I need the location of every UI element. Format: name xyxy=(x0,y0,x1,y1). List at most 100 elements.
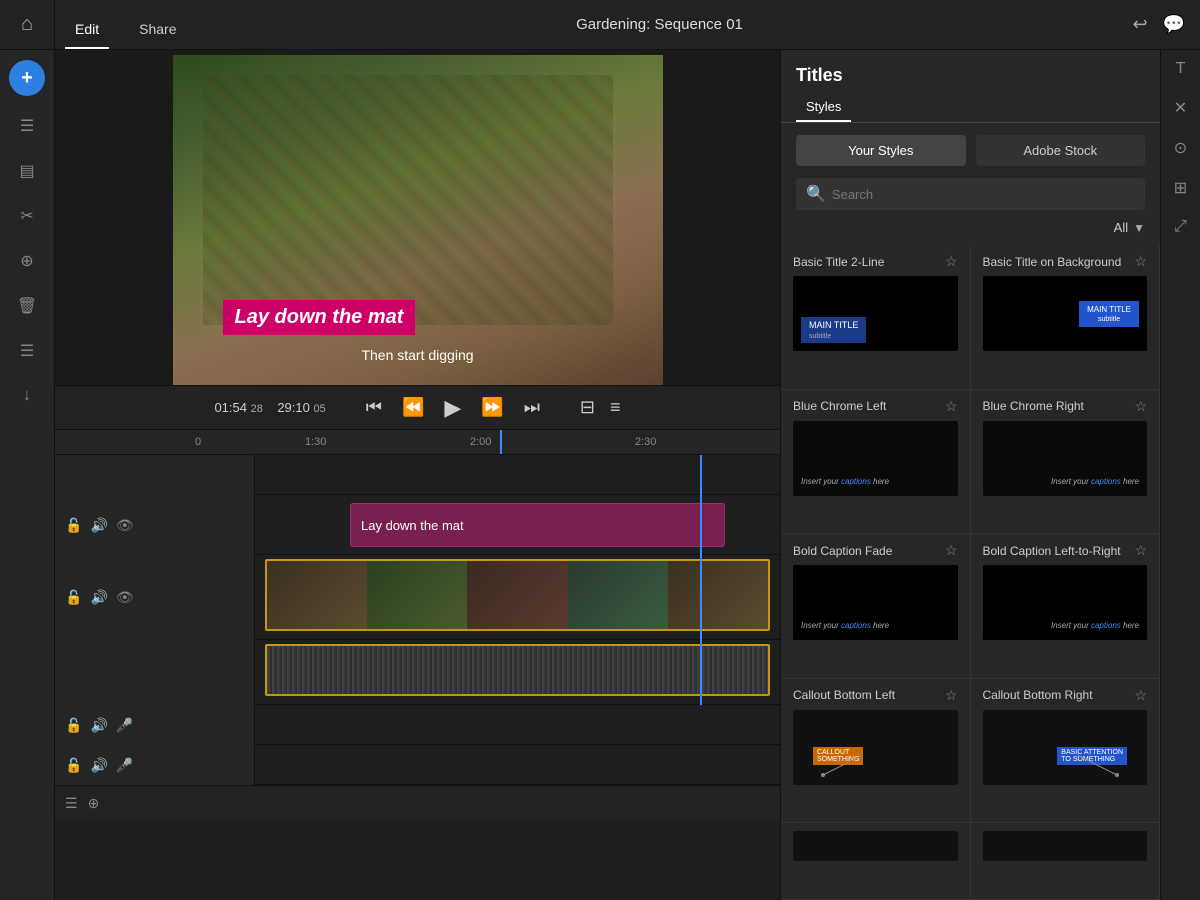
title-item-boldlr[interactable]: Bold Caption Left-to-Right ☆ Insert your… xyxy=(971,534,1161,679)
favorite-button-blueleft[interactable]: ☆ xyxy=(945,398,958,415)
search-input[interactable] xyxy=(832,187,1135,202)
skip-to-start-button[interactable]: ⏮ xyxy=(366,397,382,418)
title-item-basicbg[interactable]: Basic Title on Background ☆ MAIN TITLEsu… xyxy=(971,245,1161,390)
title-item-label-blueleft: Blue Chrome Left ☆ xyxy=(793,398,958,415)
color-panel-icon[interactable]: ⊙ xyxy=(1174,138,1187,158)
favorite-button-calloutbr[interactable]: ☆ xyxy=(1134,687,1147,704)
step-forward-button[interactable]: ⏩ xyxy=(481,397,503,418)
lock-icon-a2[interactable]: 🔓 xyxy=(65,717,82,734)
lock-icon-video[interactable]: 🔓 xyxy=(65,589,82,606)
titles-panel-icon[interactable]: T xyxy=(1176,60,1186,78)
subtitle-overlay: Then start digging xyxy=(361,347,473,363)
clip-view-button[interactable]: ⊟ xyxy=(580,397,595,418)
step-back-button[interactable]: ⏪ xyxy=(402,397,424,418)
title-item-boldfade[interactable]: Bold Caption Fade ☆ Insert your captions… xyxy=(781,534,971,679)
right-icons-sidebar: T ✕ ⊙ ⊞ ⤢ xyxy=(1160,50,1200,900)
eye-icon-title[interactable]: 👁 xyxy=(116,517,134,534)
sidebar-arrow-icon[interactable]: ↓ xyxy=(0,381,54,411)
title-thumbnail-blueleft: Insert your captions here xyxy=(793,421,958,496)
title-item-more2[interactable] xyxy=(971,823,1161,900)
skip-to-end-button[interactable]: ⏭ xyxy=(524,397,540,418)
mic-icon-a2[interactable]: 🎤 xyxy=(116,717,133,734)
effects-panel-icon[interactable]: ✕ xyxy=(1174,98,1187,118)
title-thumbnail-basicbg: MAIN TITLEsubtitle xyxy=(983,276,1148,351)
search-icon: 🔍 xyxy=(806,184,826,204)
sidebar-add-clip-icon[interactable]: ⊕ xyxy=(0,246,54,276)
favorite-button-boldfade[interactable]: ☆ xyxy=(945,542,958,559)
lock-icon-title[interactable]: 🔓 xyxy=(65,517,82,534)
title-item-label-blueright: Blue Chrome Right ☆ xyxy=(983,398,1148,415)
favorite-button-boldlr[interactable]: ☆ xyxy=(1134,542,1147,559)
tab-styles[interactable]: Styles xyxy=(796,91,851,122)
sidebar-list-icon[interactable]: ☰ xyxy=(0,336,54,366)
left-sidebar: + ☰ ▤ ✂ ⊕ 🗑 ☰ ↓ xyxy=(0,50,55,900)
title-clip[interactable]: Lay down the mat xyxy=(350,503,725,547)
sidebar-delete-icon[interactable]: 🗑 xyxy=(0,291,54,321)
timecode-display: 01:54 28 29:10 05 xyxy=(214,400,325,415)
track-controls-audio xyxy=(55,640,255,705)
source-buttons: Your Styles Adobe Stock xyxy=(781,123,1160,178)
vol-icon-a2[interactable]: 🔊 xyxy=(90,717,107,734)
favorite-button[interactable]: ☆ xyxy=(945,253,958,270)
track-controls-empty-1 xyxy=(55,455,255,495)
playhead-title-track xyxy=(700,495,702,555)
sidebar-menu-icon[interactable]: ☰ xyxy=(0,111,54,141)
favorite-button-blueright[interactable]: ☆ xyxy=(1134,398,1147,415)
sidebar-layout-icon[interactable]: ▤ xyxy=(0,156,54,186)
titles-panel: Titles Styles Your Styles Adobe Stock 🔍 … xyxy=(780,50,1160,900)
top-right-actions: ↩ 💬 xyxy=(1132,14,1200,35)
track-row-audio2: 🔓 🔊 🎤 xyxy=(55,705,780,745)
title-item-calloutbl[interactable]: Callout Bottom Left ☆ CALLOUTSOMETHING xyxy=(781,679,971,824)
track-content-title: Lay down the mat xyxy=(255,495,780,555)
play-button[interactable]: ▶ xyxy=(444,395,461,421)
track-content-audio3 xyxy=(255,745,780,785)
title-item-calloutbr[interactable]: Callout Bottom Right ☆ BASIC ATTENTIONTO… xyxy=(971,679,1161,824)
title-item-blueright[interactable]: Blue Chrome Right ☆ Insert your captions… xyxy=(971,390,1161,535)
audio-icon-video[interactable]: 🔊 xyxy=(90,589,107,606)
title-item-blueleft[interactable]: Blue Chrome Left ☆ Insert your captions … xyxy=(781,390,971,535)
ruler-mark-200: 2:00 xyxy=(470,436,491,448)
audio-icon-title[interactable]: 🔊 xyxy=(90,517,107,534)
bottom-list-icon[interactable]: ☰ xyxy=(65,795,78,812)
filter-chevron-icon[interactable]: ▼ xyxy=(1133,221,1145,235)
mic-icon-a3[interactable]: 🎤 xyxy=(116,757,133,774)
title-item-label: Basic Title 2-Line ☆ xyxy=(793,253,958,270)
timeline-ruler: 0 1:30 2:00 2:30 xyxy=(55,430,780,455)
home-button[interactable]: ⌂ xyxy=(0,0,55,50)
video-clip[interactable] xyxy=(265,559,770,631)
search-bar: 🔍 xyxy=(796,178,1145,210)
title-item-more1[interactable] xyxy=(781,823,971,900)
vol-icon-a3[interactable]: 🔊 xyxy=(90,757,107,774)
ruler-mark-0: 0 xyxy=(195,436,201,448)
title-thumbnail-more1 xyxy=(793,831,958,861)
tab-share[interactable]: Share xyxy=(129,7,186,49)
adobe-stock-button[interactable]: Adobe Stock xyxy=(976,135,1146,166)
sidebar-scissors-icon[interactable]: ✂ xyxy=(0,201,54,231)
bottom-add-icon[interactable]: ⊕ xyxy=(88,795,100,812)
favorite-button-calloutbl[interactable]: ☆ xyxy=(945,687,958,704)
settings-button[interactable]: ≡ xyxy=(610,397,621,418)
thumb-inner-box: MAIN TITLEsubtitle xyxy=(1079,301,1139,327)
audio-panel-icon[interactable]: ⊞ xyxy=(1174,178,1187,198)
filter-row: All ▼ xyxy=(781,220,1160,245)
undo-icon[interactable]: ↩ xyxy=(1132,14,1147,35)
title-thumbnail-calloutbr: BASIC ATTENTIONTO SOMETHING xyxy=(983,710,1148,785)
eye-icon-video[interactable]: 👁 xyxy=(116,589,134,606)
filter-label: All xyxy=(1114,220,1128,235)
export-panel-icon[interactable]: ⤢ xyxy=(1174,218,1187,236)
timeline-tracks: 🔓 🔊 👁 Lay down the mat 🔓 🔊 👁 xyxy=(55,455,780,785)
lock-icon-a3[interactable]: 🔓 xyxy=(65,757,82,774)
title-thumbnail-more2 xyxy=(983,831,1148,861)
nav-tabs: Edit Share xyxy=(65,0,186,49)
playhead-video-track xyxy=(700,555,702,640)
track-controls-audio3: 🔓 🔊 🎤 xyxy=(55,745,255,785)
track-content-audio xyxy=(255,640,780,705)
add-button[interactable]: + xyxy=(9,60,45,96)
tab-edit[interactable]: Edit xyxy=(65,7,109,49)
your-styles-button[interactable]: Your Styles xyxy=(796,135,966,166)
video-background: Lay down the mat Then start digging xyxy=(173,55,663,385)
comment-icon[interactable]: 💬 xyxy=(1163,14,1185,35)
track-row-audio3: 🔓 🔊 🎤 xyxy=(55,745,780,785)
title-item-basic2line[interactable]: Basic Title 2-Line ☆ MAIN TITLEsubtitle xyxy=(781,245,971,390)
favorite-button-basicbg[interactable]: ☆ xyxy=(1134,253,1147,270)
